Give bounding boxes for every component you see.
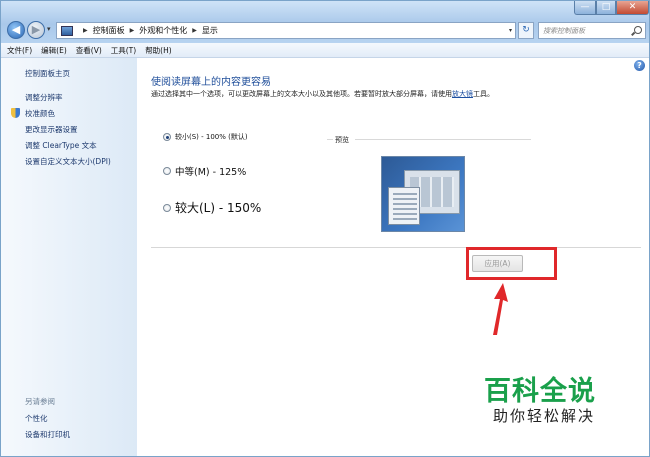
close-button[interactable]: ✕ <box>616 1 649 15</box>
breadcrumb-appearance[interactable]: 外观和个性化 <box>139 25 187 36</box>
sidebar-item-resolution[interactable]: 调整分辨率 <box>25 92 63 103</box>
shield-icon <box>11 108 20 118</box>
sidebar-item-home[interactable]: 控制面板主页 <box>25 68 70 79</box>
option-medium-label: 中等(M) - 125% <box>175 167 247 178</box>
option-larger[interactable]: 较大(L) - 150% <box>163 199 261 216</box>
sidebar-item-devices[interactable]: 设备和打印机 <box>25 429 70 440</box>
red-arrow-icon <box>493 283 508 335</box>
radio-smaller[interactable] <box>163 133 171 141</box>
option-smaller-label: 较小(S) - 100% (默认) <box>175 133 248 141</box>
refresh-button[interactable]: ↻ <box>518 22 534 39</box>
address-dropdown-icon[interactable]: ▾ <box>509 27 512 34</box>
sidebar-item-calibrate[interactable]: 校准颜色 <box>25 108 55 119</box>
sidebar-item-dpi[interactable]: 设置自定义文本大小(DPI) <box>25 156 111 167</box>
menu-bar: 文件(F) 编辑(E) 查看(V) 工具(T) 帮助(H) <box>1 43 649 58</box>
sidebar-item-personalize[interactable]: 个性化 <box>25 413 48 424</box>
menu-tools[interactable]: 工具(T) <box>111 45 136 56</box>
breadcrumb: ▶ 控制面板 ▶ 外观和个性化 ▶ 显示 <box>78 25 218 36</box>
radio-larger[interactable] <box>163 203 171 212</box>
help-icon[interactable]: ? <box>634 60 645 71</box>
menu-file[interactable]: 文件(F) <box>7 45 32 56</box>
section-divider <box>151 247 641 248</box>
watermark-subtitle: 助你轻松解决 <box>493 407 596 425</box>
option-smaller[interactable]: 较小(S) - 100% (默认) <box>163 132 248 142</box>
search-icon[interactable] <box>634 26 642 34</box>
see-also-heading: 另请参阅 <box>25 397 55 406</box>
sidebar-item-cleartype[interactable]: 调整 ClearType 文本 <box>25 140 97 151</box>
menu-edit[interactable]: 编辑(E) <box>41 45 67 56</box>
preview-image <box>381 156 465 232</box>
preview-label: 预览 <box>335 136 349 144</box>
back-button[interactable]: ◀ <box>7 21 25 39</box>
menu-help[interactable]: 帮助(H) <box>145 45 172 56</box>
breadcrumb-display[interactable]: 显示 <box>202 25 218 36</box>
magnifier-link[interactable]: 放大镜 <box>452 90 473 98</box>
preview-divider <box>355 139 531 140</box>
recent-pages-dropdown[interactable]: ▾ <box>47 25 51 33</box>
breadcrumb-separator-icon[interactable]: ▶ <box>192 27 197 34</box>
minimize-button[interactable]: — <box>574 1 596 15</box>
preview-list <box>393 193 417 221</box>
option-larger-label: 较大(L) - 150% <box>175 201 262 215</box>
option-medium[interactable]: 中等(M) - 125% <box>163 164 246 178</box>
control-panel-icon <box>61 25 73 36</box>
preview-window-front <box>388 187 420 225</box>
address-bar[interactable]: ▶ 控制面板 ▶ 外观和个性化 ▶ 显示 <box>56 22 516 39</box>
breadcrumb-separator-icon[interactable]: ▶ <box>130 27 135 34</box>
breadcrumb-separator-icon: ▶ <box>83 27 88 34</box>
title-bar: — □ ✕ ◀ ▶ ▾ ▶ 控制面板 ▶ 外观和个性化 ▶ 显示 ▾ ↻ 搜索控… <box>1 1 649 43</box>
preview-divider <box>327 139 333 140</box>
sidebar: 控制面板主页 调整分辨率 校准颜色 更改显示器设置 调整 ClearType 文… <box>1 58 137 456</box>
description-text: 通过选择其中一个选项，可以更改屏幕上的文本大小以及其他项。若要暂时放大部分屏幕，… <box>151 90 452 98</box>
search-input[interactable]: 搜索控制面板 <box>538 22 646 39</box>
page-title: 使阅读屏幕上的内容更容易 <box>151 77 271 88</box>
menu-view[interactable]: 查看(V) <box>76 45 102 56</box>
radio-medium[interactable] <box>163 167 171 175</box>
control-panel-window: — □ ✕ ◀ ▶ ▾ ▶ 控制面板 ▶ 外观和个性化 ▶ 显示 ▾ ↻ 搜索控… <box>0 0 650 457</box>
description-end: 工具。 <box>473 90 494 98</box>
description: 通过选择其中一个选项，可以更改屏幕上的文本大小以及其他项。若要暂时放大部分屏幕，… <box>151 89 546 100</box>
sidebar-item-display-settings[interactable]: 更改显示器设置 <box>25 124 78 135</box>
highlight-box <box>466 247 557 280</box>
forward-button[interactable]: ▶ <box>27 21 45 39</box>
breadcrumb-control-panel[interactable]: 控制面板 <box>93 25 125 36</box>
watermark-title: 百科全说 <box>484 376 596 407</box>
maximize-button[interactable]: □ <box>596 1 616 15</box>
